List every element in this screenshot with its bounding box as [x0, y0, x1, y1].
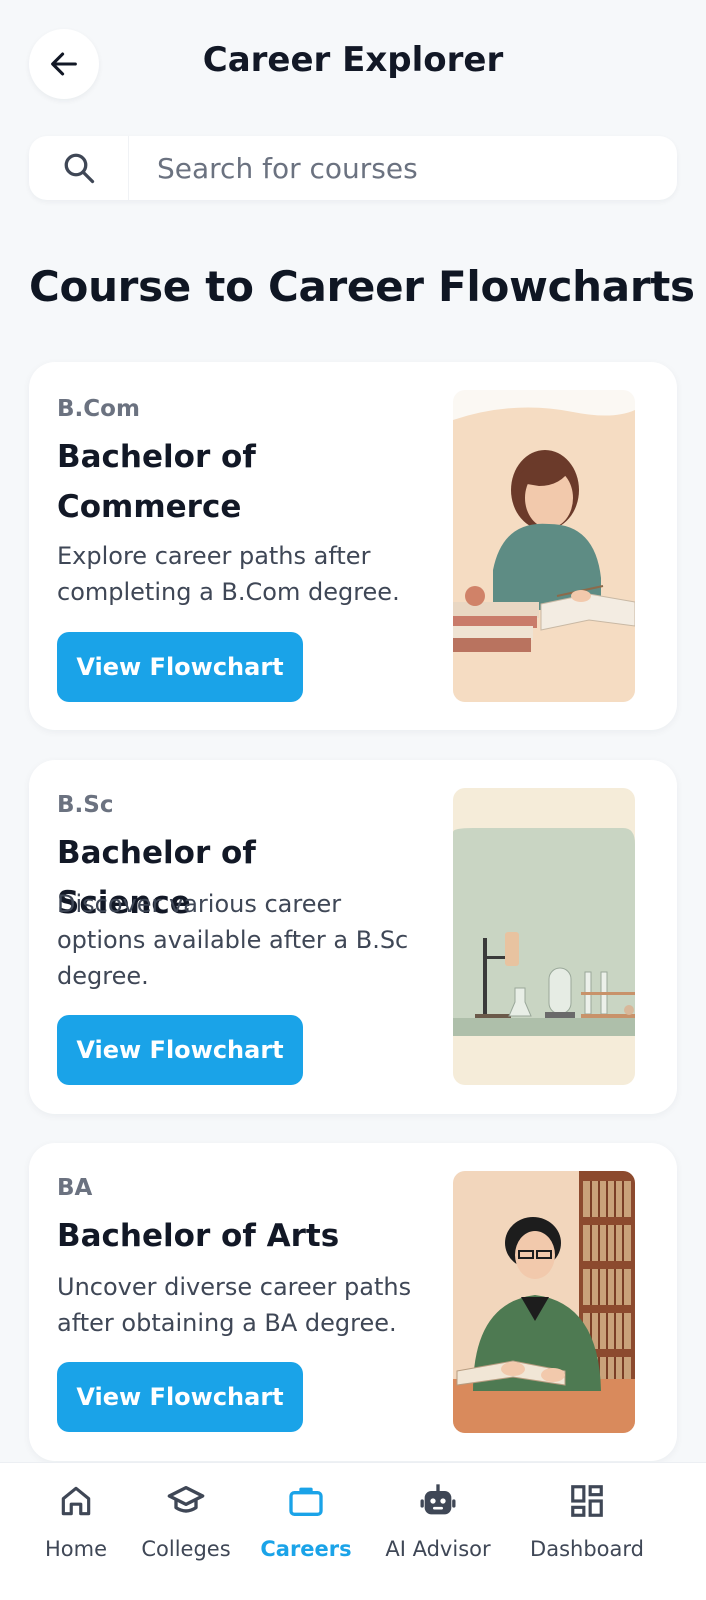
nav-item-careers[interactable]: Careers [236, 1479, 376, 1579]
nav-label: Colleges [141, 1537, 231, 1561]
app-header: Career Explorer [0, 0, 706, 130]
course-name: Bachelor of Arts [57, 1218, 340, 1254]
robot-icon [418, 1479, 458, 1523]
search-input[interactable] [157, 136, 657, 200]
course-code: BA [57, 1175, 93, 1201]
student-reading-illustration [453, 390, 635, 702]
nav-label: Careers [260, 1537, 352, 1561]
bottom-navigation: Home Colleges Careers AI Advisor Dashboa… [0, 1462, 706, 1600]
section-title: Course to Career Flowcharts [29, 262, 695, 311]
search-icon [29, 136, 129, 200]
science-lab-illustration [453, 788, 635, 1085]
nav-label: AI Advisor [385, 1537, 491, 1561]
course-card-bcom: B.Com Bachelor of Commerce Explore caree… [29, 362, 677, 730]
home-icon [57, 1479, 95, 1523]
search-bar[interactable] [29, 136, 677, 200]
course-card-bsc: B.Sc Bachelor of Science Discover variou… [29, 760, 677, 1114]
course-name: Bachelor of Commerce [57, 439, 256, 525]
nav-label: Home [44, 1537, 107, 1561]
course-description: Explore career paths after completing a … [57, 542, 400, 606]
course-description: Discover various career options availabl… [57, 890, 409, 990]
view-flowchart-button[interactable]: View Flowchart [57, 1362, 303, 1432]
course-description: Uncover diverse career paths after obtai… [57, 1273, 412, 1337]
view-flowchart-button[interactable]: View Flowchart [57, 632, 303, 702]
course-card-ba: BA Bachelor of Arts Uncover diverse care… [29, 1143, 677, 1461]
dashboard-icon [568, 1479, 606, 1523]
course-code: B.Com [57, 396, 140, 422]
page-title: Career Explorer [202, 40, 504, 80]
nav-item-ai-advisor[interactable]: AI Advisor [368, 1479, 508, 1579]
briefcase-icon [286, 1479, 326, 1523]
student-writing-illustration [453, 1171, 635, 1433]
nav-item-colleges[interactable]: Colleges [116, 1479, 256, 1579]
nav-item-dashboard[interactable]: Dashboard [517, 1479, 657, 1579]
graduation-cap-icon [166, 1479, 206, 1523]
course-code: B.Sc [57, 792, 114, 818]
view-flowchart-button[interactable]: View Flowchart [57, 1015, 303, 1085]
nav-label: Dashboard [530, 1537, 644, 1561]
